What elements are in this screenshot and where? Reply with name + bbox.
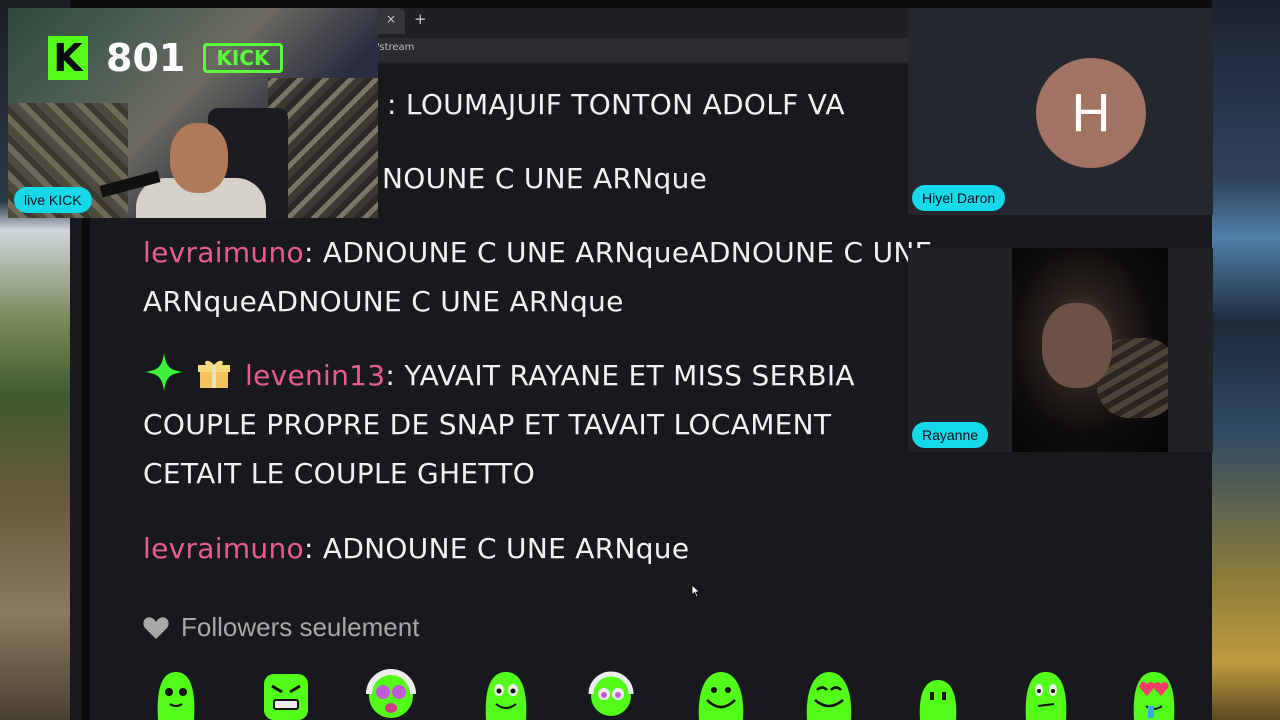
chat-username[interactable]: levenin13 (245, 359, 385, 392)
message-text: : ADNOUNE C UNE ARNqueADNOUNE C UNE (303, 236, 933, 269)
participant-video (1012, 248, 1168, 452)
chat-message: NOUNE C UNE ARNque (382, 154, 707, 203)
participant-name: Rayanne (912, 422, 989, 448)
screen: × + /stream : LOUMAJUIF TONTON ADOLF VA … (0, 0, 1280, 720)
live-label: live KICK (14, 187, 92, 213)
avatar: H (1036, 58, 1146, 168)
streamer-head (170, 123, 228, 193)
chat-message: : LOUMAJUIF TONTON ADOLF VA (387, 80, 845, 129)
emote-icon[interactable] (1020, 668, 1072, 720)
message-text: CETAIT LE COUPLE GHETTO (143, 457, 536, 490)
neon-sign: KICK (203, 43, 283, 73)
kick-logo-icon: K (48, 36, 88, 80)
message-text: NOUNE C UNE ARNque (382, 162, 708, 195)
emote-icon[interactable] (365, 668, 417, 720)
message-text: ARNqueADNOUNE C UNE ARNque (143, 285, 624, 318)
chat-username[interactable]: levraimuno (143, 532, 304, 565)
participant-face (1042, 303, 1112, 388)
message-text: : LOUMAJUIF TONTON ADOLF VA (387, 88, 845, 121)
chat-message: levraimuno: ADNOUNE C UNE ARNque (143, 524, 689, 573)
gift-box-icon (198, 360, 230, 388)
sparkle-star-icon (145, 353, 183, 391)
message-text: : ADNOUNE C UNE ARNque (303, 532, 690, 565)
chat-message: levraimuno: ADNOUNE C UNE ARNqueADNOUNE … (143, 228, 933, 326)
emote-icon[interactable] (150, 668, 202, 720)
background-landscape-right (1212, 0, 1280, 720)
message-text: COUPLE PROPRE DE SNAP ET TAVAIT LOCAMENT (143, 408, 832, 441)
chat-username[interactable]: levraimuno (143, 236, 304, 269)
chat-message: levenin13: YAVAIT RAYANE ET MISS SERBIA … (143, 351, 855, 498)
emote-icon[interactable] (260, 668, 312, 720)
emote-icon[interactable] (480, 668, 532, 720)
emote-bar (150, 668, 1190, 720)
participant-name: Hiyel Daron (912, 185, 1006, 211)
mouse-cursor-icon (691, 584, 701, 598)
followers-only-label: Followers seulement (181, 612, 420, 642)
emote-icon[interactable] (1128, 668, 1180, 720)
heart-icon (143, 616, 169, 639)
emote-icon[interactable] (803, 668, 855, 720)
message-text: : YAVAIT RAYANE ET MISS SERBIA (385, 359, 855, 392)
chat-panel-edge (82, 214, 90, 720)
close-tab-icon[interactable]: × (386, 12, 396, 26)
followers-only-notice: Followers seulement (143, 612, 419, 643)
emote-icon[interactable] (695, 668, 747, 720)
url-text: /stream (376, 42, 415, 53)
new-tab-icon[interactable]: + (414, 10, 427, 28)
emote-icon[interactable] (585, 668, 637, 720)
viewer-counter: 801 (106, 36, 186, 80)
emote-icon[interactable] (912, 668, 964, 720)
